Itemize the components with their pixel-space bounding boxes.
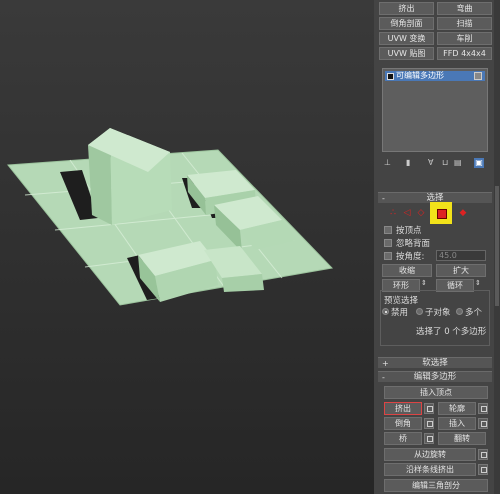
- panel-scrollbar[interactable]: [494, 0, 500, 494]
- mesh-scene: [7, 128, 334, 306]
- preview-subobject-label: 子对象: [425, 308, 451, 318]
- flip-button[interactable]: 翻转: [438, 432, 486, 445]
- polygon-mode-icon[interactable]: [430, 202, 452, 224]
- preview-selection-title: 预览选择: [384, 296, 419, 306]
- perspective-viewport[interactable]: [0, 0, 374, 494]
- ignore-backfacing-checkbox[interactable]: [384, 239, 392, 247]
- outline-button[interactable]: 轮廓: [438, 402, 476, 415]
- stack-item-editable-poly[interactable]: 可编辑多边形: [385, 71, 485, 81]
- extrude-settings-icon[interactable]: [424, 403, 434, 414]
- border-mode-icon[interactable]: ◇: [416, 208, 426, 218]
- ring-spinner-icon[interactable]: ⇕: [421, 279, 427, 287]
- modifier-button-ffd[interactable]: FFD 4x4x4: [437, 47, 492, 60]
- inset-button[interactable]: 插入: [438, 417, 476, 430]
- hinge-from-edge-button[interactable]: 从边旋转: [384, 448, 476, 461]
- modifier-button-sweep[interactable]: 扫描: [437, 17, 492, 30]
- extrude-spline-settings-icon[interactable]: [478, 464, 488, 475]
- by-vertex-label: 按顶点: [396, 226, 422, 236]
- preview-multi-radio[interactable]: [456, 308, 463, 315]
- modifier-stack-list[interactable]: 可编辑多边形: [382, 68, 488, 152]
- remove-modifier-icon[interactable]: ⊔: [442, 158, 448, 168]
- by-angle-checkbox[interactable]: [384, 252, 392, 260]
- extrude-along-spline-button[interactable]: 沿样条线挤出: [384, 463, 476, 476]
- inset-settings-icon[interactable]: [478, 418, 488, 429]
- preview-subobject-radio[interactable]: [416, 308, 423, 315]
- extrude-button[interactable]: 挤出: [384, 402, 422, 415]
- ignore-backfacing-label: 忽略背面: [396, 239, 431, 249]
- by-angle-label: 按角度:: [396, 252, 425, 262]
- grow-button[interactable]: 扩大: [436, 264, 486, 277]
- element-mode-icon[interactable]: ◆: [458, 208, 468, 218]
- configure-sets-icon[interactable]: ▤: [454, 158, 462, 168]
- by-vertex-checkbox[interactable]: [384, 226, 392, 234]
- edge-mode-icon[interactable]: ◁: [402, 208, 412, 218]
- modifier-button-uvw-xform[interactable]: UVW 变换: [379, 32, 434, 45]
- preview-off-radio[interactable]: [382, 308, 389, 315]
- rollout-soft-selection[interactable]: + 软选择: [378, 357, 492, 368]
- modifier-button-bevel-profile[interactable]: 倒角剖面: [379, 17, 434, 30]
- insert-vertex-button[interactable]: 插入顶点: [384, 386, 488, 399]
- selection-status-text: 选择了 0 个多边形: [416, 327, 487, 337]
- preview-off-label: 禁用: [391, 308, 409, 318]
- shrink-button[interactable]: 收缩: [382, 264, 432, 277]
- modifier-button-lathe[interactable]: 车削: [437, 32, 492, 45]
- preview-multi-label: 多个: [465, 308, 483, 318]
- hinge-settings-icon[interactable]: [478, 449, 488, 460]
- command-panel: 挤出 弯曲 倒角剖面 扫描 UVW 变换 车削 UVW 贴图 FFD 4x4x4…: [374, 0, 500, 494]
- modifier-button-uvw-map[interactable]: UVW 贴图: [379, 47, 434, 60]
- vertex-mode-icon[interactable]: ∴: [388, 208, 398, 218]
- modifier-button-extrude[interactable]: 挤出: [379, 2, 434, 15]
- make-unique-icon[interactable]: ∀: [428, 158, 433, 168]
- bridge-button[interactable]: 桥: [384, 432, 422, 445]
- edit-triangulation-button[interactable]: 编辑三角剖分: [384, 479, 488, 492]
- bevel-settings-icon[interactable]: [424, 418, 434, 429]
- modifier-sets-icon[interactable]: ▣: [474, 158, 484, 168]
- bridge-settings-icon[interactable]: [424, 433, 434, 444]
- bevel-button[interactable]: 倒角: [384, 417, 422, 430]
- loop-spinner-icon[interactable]: ⇕: [475, 279, 481, 287]
- pin-stack-icon[interactable]: ⊥: [384, 158, 391, 168]
- modifier-button-bend[interactable]: 弯曲: [437, 2, 492, 15]
- show-end-result-icon[interactable]: ▮: [406, 158, 410, 168]
- angle-spinner[interactable]: 45.0: [436, 250, 486, 261]
- outline-settings-icon[interactable]: [478, 403, 488, 414]
- rollout-edit-polygons[interactable]: - 编辑多边形: [378, 371, 492, 382]
